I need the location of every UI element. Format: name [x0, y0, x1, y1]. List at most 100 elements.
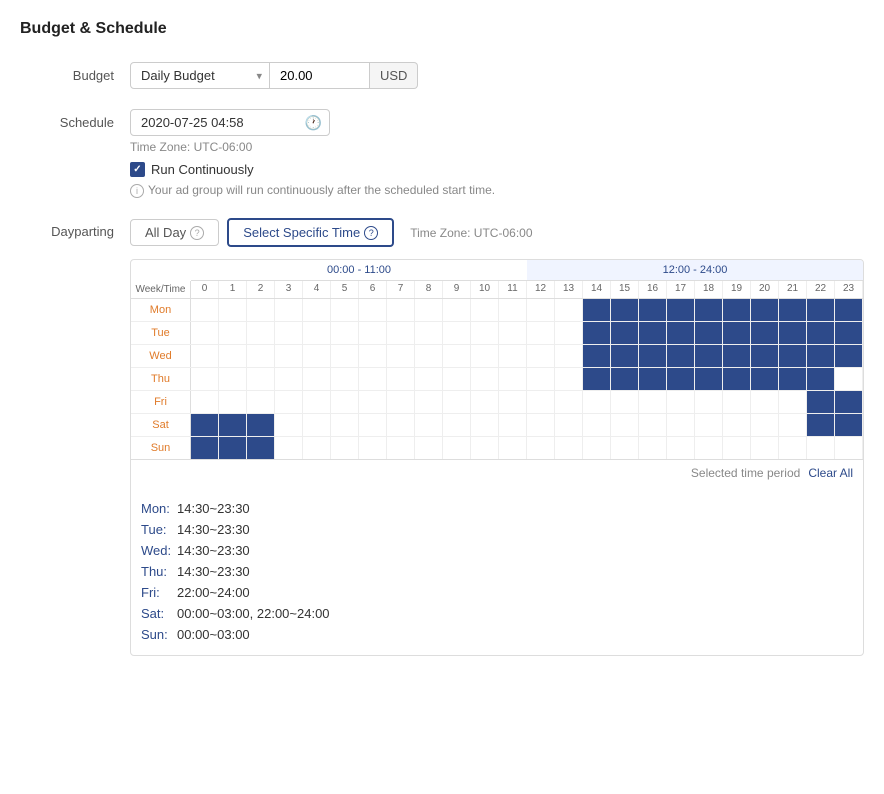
time-cell[interactable]: [583, 414, 611, 436]
time-cell[interactable]: [387, 437, 415, 459]
time-cell[interactable]: [807, 391, 835, 413]
time-cell[interactable]: [219, 414, 247, 436]
time-cell[interactable]: [303, 345, 331, 367]
time-cell[interactable]: [275, 414, 303, 436]
time-cell[interactable]: [303, 414, 331, 436]
time-cell[interactable]: [639, 368, 667, 390]
time-cell[interactable]: [359, 437, 387, 459]
time-cell[interactable]: [723, 368, 751, 390]
time-cell[interactable]: [639, 299, 667, 321]
time-cell[interactable]: [723, 322, 751, 344]
time-cell[interactable]: [667, 299, 695, 321]
time-cell[interactable]: [415, 322, 443, 344]
time-cell[interactable]: [387, 322, 415, 344]
time-cell[interactable]: [331, 437, 359, 459]
time-cell[interactable]: [695, 368, 723, 390]
time-cell[interactable]: [247, 414, 275, 436]
time-cell[interactable]: [499, 414, 527, 436]
time-cell[interactable]: [275, 391, 303, 413]
time-cell[interactable]: [835, 414, 863, 436]
time-cell[interactable]: [611, 391, 639, 413]
time-cell[interactable]: [807, 345, 835, 367]
time-cell[interactable]: [695, 322, 723, 344]
time-cell[interactable]: [751, 299, 779, 321]
time-cell[interactable]: [471, 391, 499, 413]
time-cell[interactable]: [639, 391, 667, 413]
time-cell[interactable]: [303, 322, 331, 344]
time-cell[interactable]: [835, 437, 863, 459]
time-cell[interactable]: [471, 437, 499, 459]
time-cell[interactable]: [443, 414, 471, 436]
time-cell[interactable]: [835, 345, 863, 367]
time-cell[interactable]: [835, 368, 863, 390]
time-cell[interactable]: [247, 437, 275, 459]
time-cell[interactable]: [695, 391, 723, 413]
time-cell[interactable]: [751, 391, 779, 413]
time-cell[interactable]: [751, 368, 779, 390]
budget-amount-input[interactable]: [270, 62, 370, 89]
time-cell[interactable]: [331, 414, 359, 436]
time-cell[interactable]: [499, 322, 527, 344]
time-cell[interactable]: [219, 391, 247, 413]
time-cell[interactable]: [555, 322, 583, 344]
time-cell[interactable]: [751, 414, 779, 436]
time-cell[interactable]: [723, 391, 751, 413]
time-cell[interactable]: [527, 322, 555, 344]
time-cell[interactable]: [499, 345, 527, 367]
time-cell[interactable]: [695, 414, 723, 436]
time-cell[interactable]: [527, 437, 555, 459]
time-cell[interactable]: [275, 437, 303, 459]
time-cell[interactable]: [415, 368, 443, 390]
time-cell[interactable]: [471, 345, 499, 367]
clear-all-button[interactable]: Clear All: [808, 466, 853, 480]
time-cell[interactable]: [639, 345, 667, 367]
time-cell[interactable]: [359, 322, 387, 344]
time-cell[interactable]: [527, 345, 555, 367]
time-cell[interactable]: [387, 391, 415, 413]
time-cell[interactable]: [555, 368, 583, 390]
time-cell[interactable]: [835, 299, 863, 321]
time-cell[interactable]: [387, 368, 415, 390]
time-cell[interactable]: [527, 391, 555, 413]
time-cell[interactable]: [471, 414, 499, 436]
time-cell[interactable]: [359, 345, 387, 367]
time-cell[interactable]: [247, 391, 275, 413]
time-cell[interactable]: [611, 322, 639, 344]
time-cell[interactable]: [303, 437, 331, 459]
time-cell[interactable]: [639, 437, 667, 459]
time-cell[interactable]: [807, 299, 835, 321]
time-cell[interactable]: [695, 345, 723, 367]
time-cell[interactable]: [611, 368, 639, 390]
time-cell[interactable]: [583, 368, 611, 390]
time-cell[interactable]: [555, 345, 583, 367]
time-cell[interactable]: [583, 391, 611, 413]
time-cell[interactable]: [639, 322, 667, 344]
time-cell[interactable]: [723, 299, 751, 321]
time-cell[interactable]: [779, 437, 807, 459]
time-cell[interactable]: [779, 299, 807, 321]
time-cell[interactable]: [219, 368, 247, 390]
time-cell[interactable]: [331, 345, 359, 367]
specific-time-button[interactable]: Select Specific Time ?: [227, 218, 394, 247]
time-cell[interactable]: [807, 414, 835, 436]
time-cell[interactable]: [555, 414, 583, 436]
time-cell[interactable]: [639, 414, 667, 436]
time-cell[interactable]: [667, 437, 695, 459]
time-cell[interactable]: [555, 391, 583, 413]
time-cell[interactable]: [303, 391, 331, 413]
time-cell[interactable]: [583, 345, 611, 367]
time-cell[interactable]: [527, 414, 555, 436]
time-cell[interactable]: [555, 299, 583, 321]
time-cell[interactable]: [583, 437, 611, 459]
time-cell[interactable]: [191, 368, 219, 390]
time-cell[interactable]: [611, 345, 639, 367]
time-cell[interactable]: [387, 414, 415, 436]
time-cell[interactable]: [751, 437, 779, 459]
time-cell[interactable]: [667, 322, 695, 344]
time-cell[interactable]: [695, 299, 723, 321]
time-cell[interactable]: [443, 391, 471, 413]
time-cell[interactable]: [779, 414, 807, 436]
time-cell[interactable]: [499, 391, 527, 413]
run-continuously-checkbox[interactable]: [130, 162, 145, 177]
time-cell[interactable]: [667, 414, 695, 436]
